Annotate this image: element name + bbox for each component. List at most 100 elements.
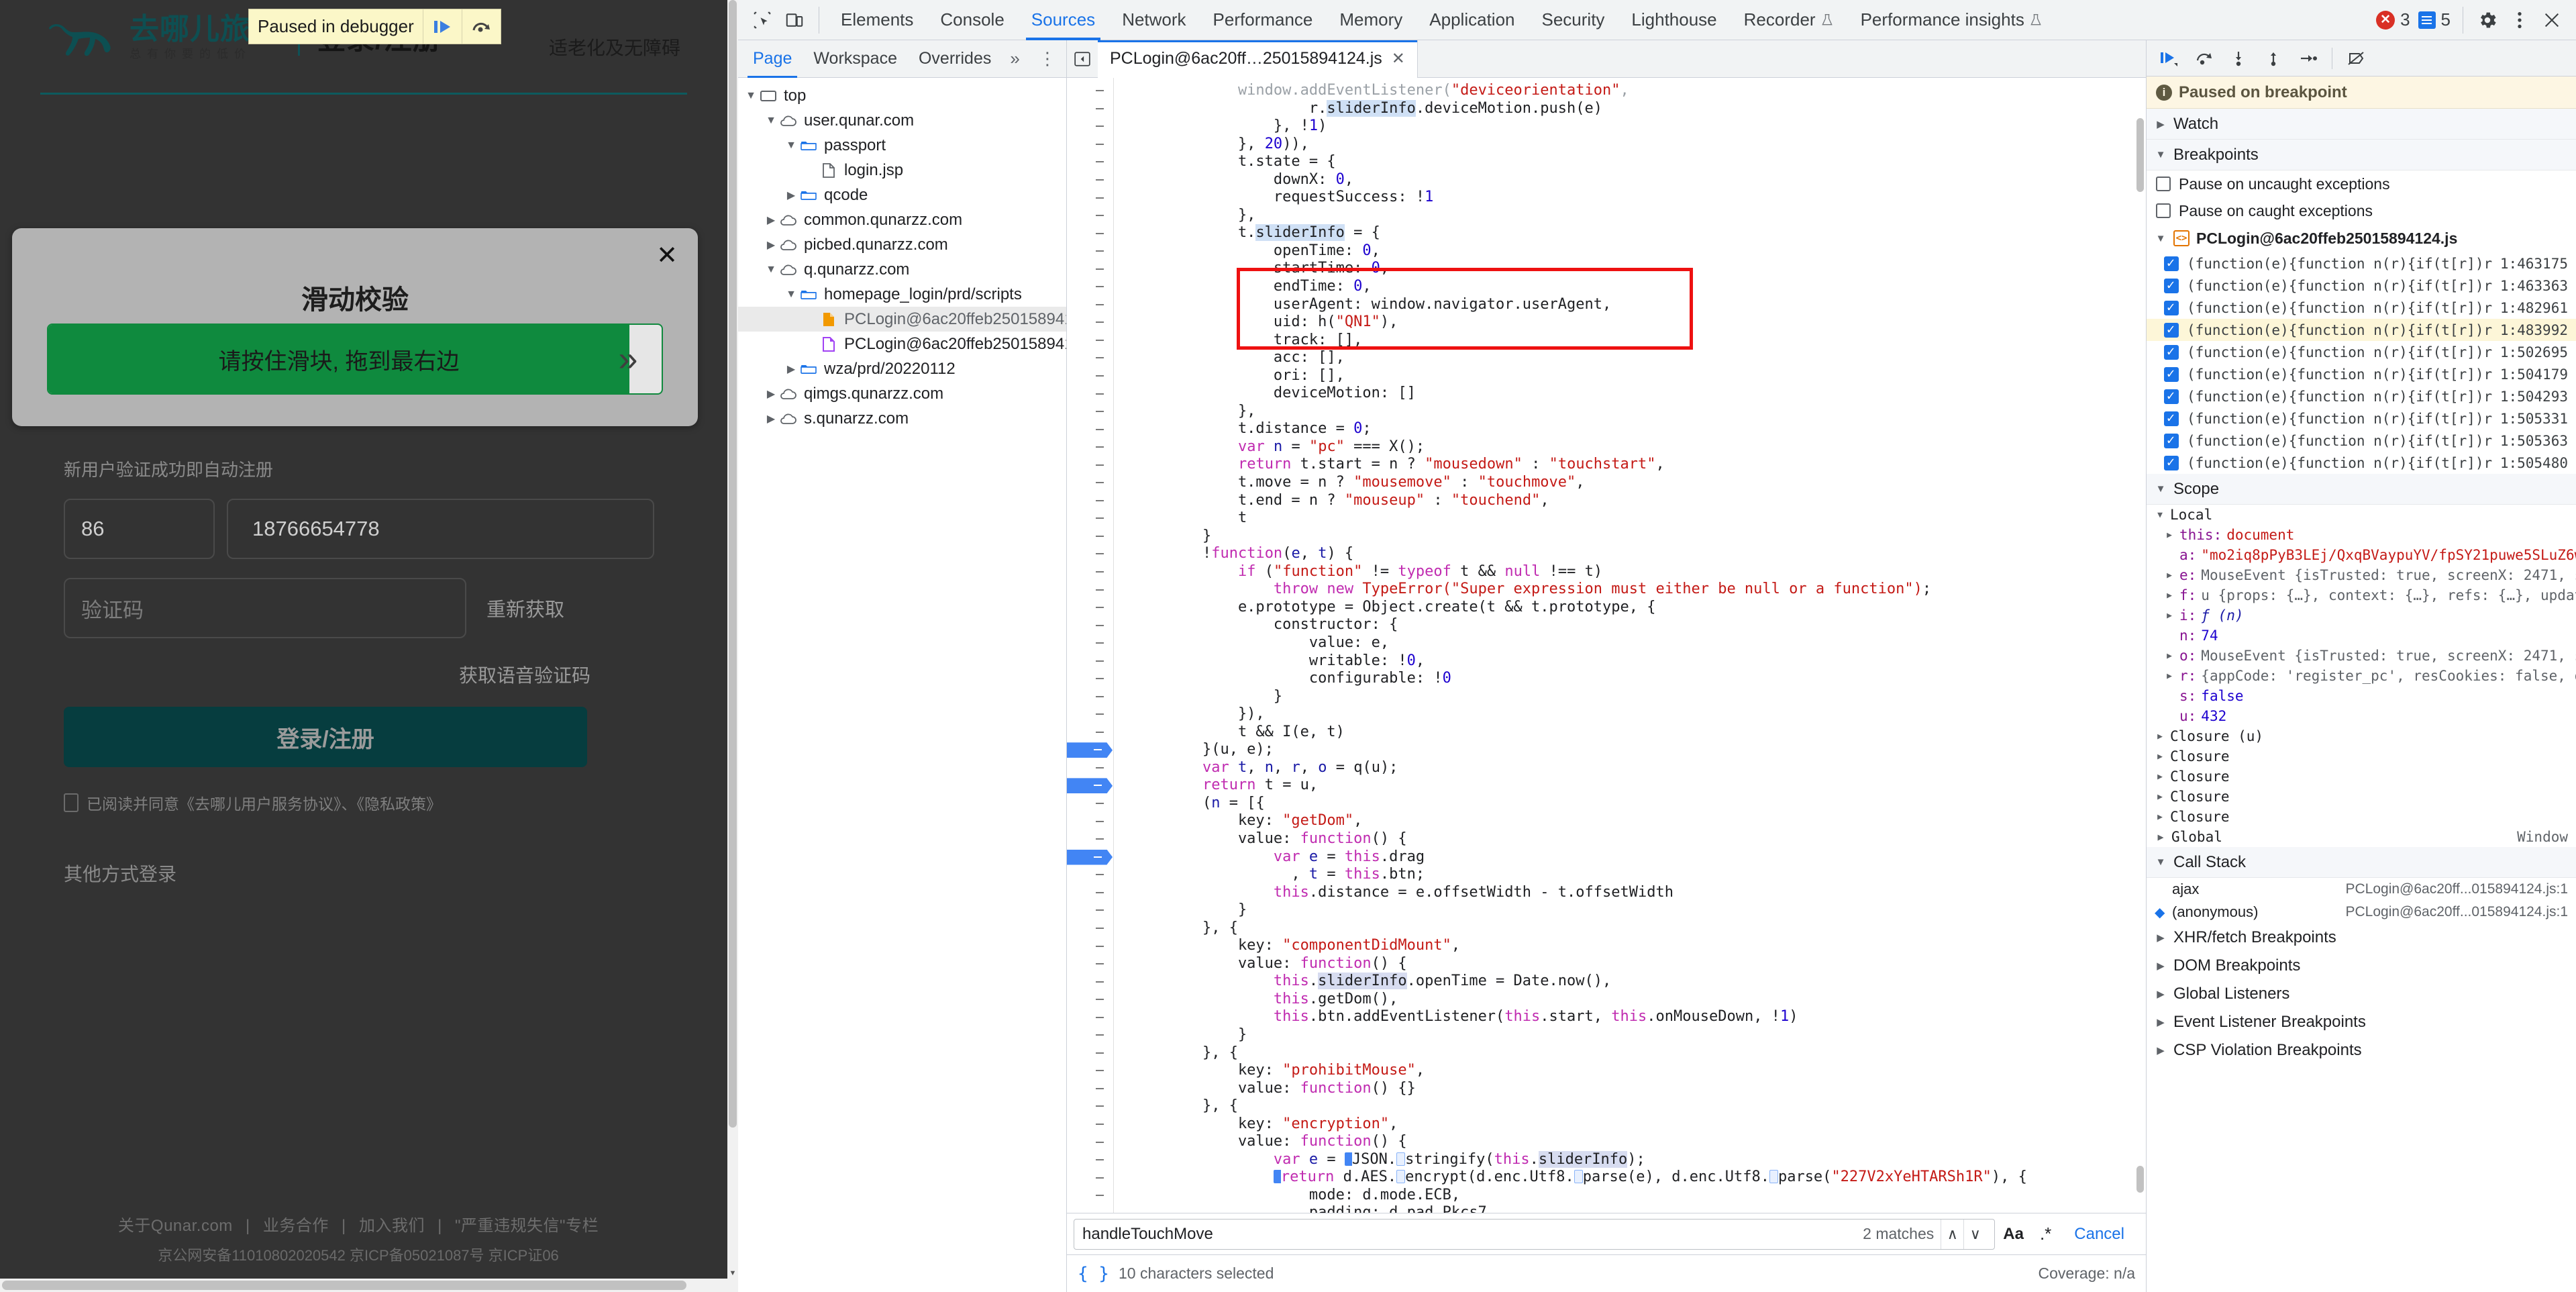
breakpoint-row[interactable]: (function(e){function n(r){if(t[r])re… 1:… (2147, 430, 2576, 452)
scope-variable-row[interactable]: a: "mo2iq8pPyB3LEj/QxqBVaypuYV/fpSY21puwe… (2147, 545, 2576, 565)
twisty-icon[interactable]: ▶ (2164, 570, 2175, 581)
verify-code-input[interactable]: 验证码 (64, 578, 466, 638)
scope-variable-row[interactable]: ▶ i: ƒ (n) (2147, 605, 2576, 626)
step-over-button[interactable] (2187, 43, 2220, 74)
gutter-line[interactable] (1067, 884, 1113, 902)
inspect-element-icon[interactable] (746, 4, 778, 36)
file-tree-node[interactable]: ▼ q.qunarzz.com (738, 257, 1066, 282)
collapse-navigator-icon[interactable] (1067, 50, 1098, 68)
editor-vscroll-thumb[interactable] (2136, 118, 2144, 192)
tab-performance-insights[interactable]: Performance insights (1847, 0, 2056, 40)
watch-section-header[interactable]: ▶ Watch (2147, 109, 2576, 140)
debugger-section-header[interactable]: ▶ Event Listener Breakpoints (2147, 1008, 2576, 1036)
gutter-line[interactable] (1067, 420, 1113, 438)
slider-handle[interactable]: » (595, 325, 662, 393)
gutter-line[interactable] (1067, 1026, 1113, 1044)
breakpoint-checkbox[interactable] (2164, 454, 2179, 470)
gutter-line[interactable] (1067, 741, 1113, 759)
gutter-line[interactable] (1067, 1187, 1113, 1205)
gutter-line[interactable] (1067, 634, 1113, 652)
agreement-row[interactable]: 已阅读并同意《去哪儿用户服务协议》、《隐私政策》 (64, 791, 654, 814)
gutter-line[interactable] (1067, 1097, 1113, 1115)
gutter-line[interactable] (1067, 616, 1113, 634)
gutter-line[interactable] (1067, 332, 1113, 350)
phone-input[interactable]: 18766654778 (227, 499, 654, 559)
gutter-line[interactable] (1067, 545, 1113, 563)
step-into-button[interactable] (2222, 43, 2255, 74)
gutter-line[interactable] (1067, 224, 1113, 242)
twisty-icon[interactable]: ▶ (764, 213, 778, 227)
gutter-line[interactable] (1067, 82, 1113, 100)
gutter-line[interactable] (1067, 207, 1113, 225)
scope-variable-row[interactable]: ▶ f: u {props: {…}, context: {…}, refs: {…… (2147, 585, 2576, 605)
breakpoint-row[interactable]: (function(e){function n(r){if(t[r])re… 1:… (2147, 385, 2576, 407)
gutter-line[interactable] (1067, 1062, 1113, 1080)
gutter-line[interactable] (1067, 795, 1113, 813)
chevron-right-icon[interactable]: ▶ (2155, 812, 2165, 822)
file-tree-node[interactable]: login.jsp (738, 158, 1066, 183)
gutter-line[interactable] (1067, 688, 1113, 706)
file-tree-node[interactable]: ▼ passport (738, 133, 1066, 158)
resume-script-icon[interactable] (422, 9, 462, 44)
gutter-line[interactable] (1067, 367, 1113, 385)
scope-variable-row[interactable]: n: 74 (2147, 626, 2576, 646)
closure-row[interactable]: ▶ Closure (2147, 787, 2576, 807)
call-stack-row[interactable]: ◆ (anonymous) PCLogin@6ac20ff...015894124.… (2147, 901, 2576, 924)
slider-track[interactable]: 请按住滑块, 拖到最右边 » (47, 324, 663, 395)
gutter-line[interactable] (1067, 456, 1113, 474)
deactivate-breakpoints-button[interactable] (2339, 43, 2373, 74)
gutter-line[interactable] (1067, 171, 1113, 189)
chevron-right-icon[interactable]: ▶ (2155, 732, 2165, 742)
navigator-tab-workspace[interactable]: Workspace (803, 40, 908, 78)
step-button[interactable] (2291, 43, 2325, 74)
file-tree-node[interactable]: ▼ homepage_login/prd/scripts (738, 282, 1066, 307)
breakpoint-file-row[interactable]: ▼ <> PCLogin@6ac20ffeb25015894124.js (2147, 224, 2576, 252)
resend-code-link[interactable]: 重新获取 (486, 594, 564, 622)
tab-network[interactable]: Network (1109, 0, 1199, 40)
tab-elements[interactable]: Elements (827, 0, 927, 40)
voice-code-link[interactable]: 获取语音验证码 (459, 661, 590, 688)
scope-variable-row[interactable]: u: 432 (2147, 706, 2576, 726)
twisty-icon[interactable]: ▶ (2164, 671, 2175, 681)
gutter-line[interactable] (1067, 705, 1113, 724)
scope-global-row[interactable]: ▶ Global Window (2147, 827, 2576, 847)
info-count-badge[interactable]: 5 (2414, 9, 2455, 30)
navigator-kebab-icon[interactable]: ⋮ (1028, 50, 1067, 67)
tab-recorder[interactable]: Recorder (1731, 0, 1847, 40)
gutter-line[interactable] (1067, 848, 1113, 866)
search-input[interactable] (1082, 1224, 1863, 1244)
more-options-icon[interactable] (2504, 4, 2536, 36)
twisty-icon[interactable]: ▼ (743, 90, 758, 102)
gutter-line[interactable] (1067, 955, 1113, 973)
twisty-icon[interactable]: ▶ (2164, 611, 2175, 621)
gutter-line[interactable] (1067, 1008, 1113, 1026)
editor-vertical-scrollbar[interactable] (2134, 78, 2146, 1213)
regex-toggle[interactable]: .* (2032, 1224, 2059, 1244)
breakpoint-row[interactable]: (function(e){function n(r){if(t[r])re… 1:… (2147, 252, 2576, 275)
closure-row[interactable]: ▶ Closure (2147, 746, 2576, 766)
file-tree-node[interactable]: ▼ top (738, 83, 1066, 108)
gutter-line[interactable] (1067, 1169, 1113, 1187)
file-tree-node[interactable]: PCLogin@6ac20ffeb25015894124.css (738, 332, 1066, 356)
debugger-section-header[interactable]: ▶ CSP Violation Breakpoints (2147, 1036, 2576, 1064)
gutter-line[interactable] (1067, 581, 1113, 599)
gutter-line[interactable] (1067, 100, 1113, 118)
breakpoint-marker[interactable] (1067, 778, 1113, 794)
footer-link-0[interactable]: 关于Qunar.com (118, 1217, 233, 1235)
gutter-line[interactable] (1067, 599, 1113, 617)
file-tree-node[interactable]: ▶ s.qunarzz.com (738, 406, 1066, 431)
search-box[interactable]: 2 matches ∧ ∨ (1074, 1218, 1996, 1250)
tab-memory[interactable]: Memory (1326, 0, 1416, 40)
breakpoints-section-header[interactable]: ▼ Breakpoints (2147, 140, 2576, 170)
twisty-icon[interactable]: ▶ (764, 412, 778, 426)
gutter-line[interactable] (1067, 1080, 1113, 1098)
gutter-line[interactable] (1067, 1133, 1113, 1151)
breakpoint-checkbox[interactable] (2164, 321, 2179, 338)
tab-lighthouse[interactable]: Lighthouse (1618, 0, 1730, 40)
device-toolbar-icon[interactable] (778, 4, 811, 36)
gutter-line[interactable] (1067, 812, 1113, 830)
breakpoint-row[interactable]: (function(e){function n(r){if(t[r])re… 1:… (2147, 452, 2576, 474)
gutter-line[interactable] (1067, 349, 1113, 367)
close-devtools-icon[interactable] (2536, 4, 2568, 36)
scope-local-row[interactable]: ▼ Local (2147, 505, 2576, 525)
